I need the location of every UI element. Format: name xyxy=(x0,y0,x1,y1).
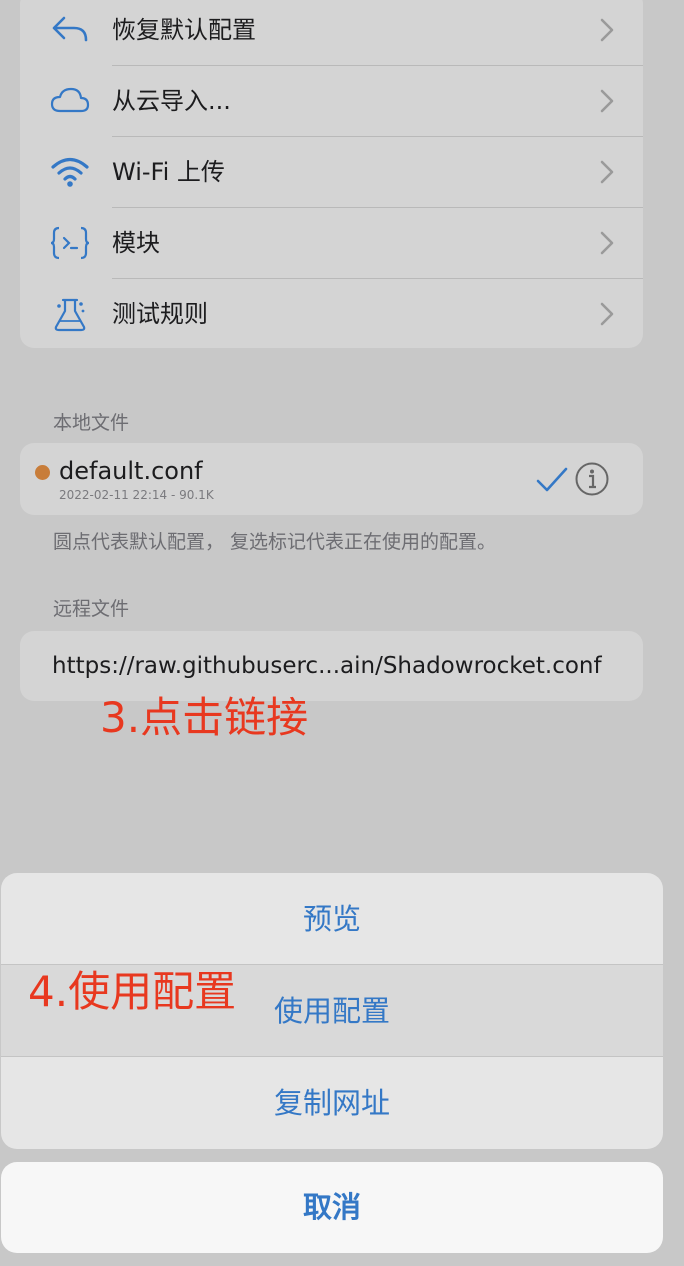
code-braces-icon xyxy=(50,223,90,263)
step3-annotation: 3.点击链接 xyxy=(100,693,309,742)
wifi-upload-row[interactable]: Wi-Fi 上传 xyxy=(20,137,643,207)
local-files-header: 本地文件 xyxy=(53,412,130,434)
default-dot-icon xyxy=(35,465,50,480)
modules-label: 模块 xyxy=(112,229,160,257)
step4-annotation: 4.使用配置 xyxy=(28,967,237,1016)
flask-icon xyxy=(50,294,90,334)
import-from-cloud-label: 从云导入... xyxy=(112,87,231,115)
chevron-right-icon xyxy=(599,88,615,114)
wifi-upload-label: Wi-Fi 上传 xyxy=(112,158,225,186)
local-file-meta: 2022-02-11 22:14 - 90.1K xyxy=(59,488,214,502)
test-rules-label: 测试规则 xyxy=(112,300,208,328)
checkmark-icon xyxy=(535,463,569,497)
modules-row[interactable]: 模块 xyxy=(20,208,643,278)
remote-files-header: 远程文件 xyxy=(53,598,130,620)
chevron-right-icon xyxy=(599,159,615,185)
import-from-cloud-row[interactable]: 从云导入... xyxy=(20,66,643,136)
cancel-button[interactable]: 取消 xyxy=(1,1162,663,1253)
chevron-right-icon xyxy=(599,230,615,256)
chevron-right-icon xyxy=(599,17,615,43)
settings-menu-card: 恢复默认配置 从云导入... Wi-Fi 上传 模块 测试规则 xyxy=(20,0,643,348)
copy-url-button[interactable]: 复制网址 xyxy=(1,1057,663,1149)
local-files-note: 圆点代表默认配置， 复选标记代表正在使用的配置。 xyxy=(53,531,497,553)
chevron-right-icon xyxy=(599,301,615,327)
local-file-name: default.conf xyxy=(59,457,203,485)
info-icon[interactable] xyxy=(574,461,610,497)
test-rules-row[interactable]: 测试规则 xyxy=(20,279,643,349)
preview-button[interactable]: 预览 xyxy=(1,873,663,965)
undo-arrow-icon xyxy=(50,10,90,50)
wifi-icon xyxy=(50,152,90,192)
restore-default-label: 恢复默认配置 xyxy=(112,16,256,44)
restore-default-row[interactable]: 恢复默认配置 xyxy=(20,0,643,65)
cloud-icon xyxy=(50,81,90,121)
cancel-sheet: 取消 xyxy=(1,1162,663,1253)
local-file-card[interactable]: default.conf 2022-02-11 22:14 - 90.1K xyxy=(20,443,643,515)
